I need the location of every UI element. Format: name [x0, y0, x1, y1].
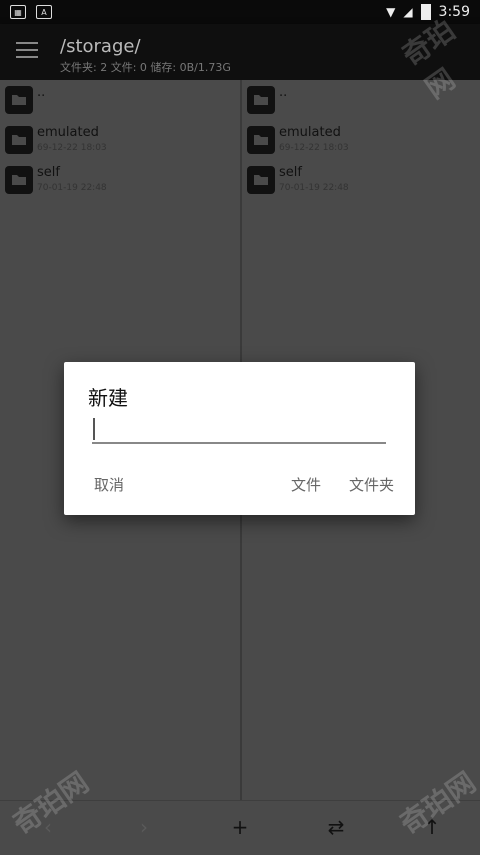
text-cursor [93, 418, 95, 440]
cancel-button[interactable]: 取消 [94, 474, 124, 495]
new-file-button[interactable]: 文件 [291, 474, 321, 495]
new-folder-button[interactable]: 文件夹 [349, 474, 394, 495]
new-item-dialog: 新建 取消 文件 文件夹 [64, 362, 415, 515]
dialog-title: 新建 [88, 386, 128, 410]
name-input[interactable] [92, 416, 386, 444]
